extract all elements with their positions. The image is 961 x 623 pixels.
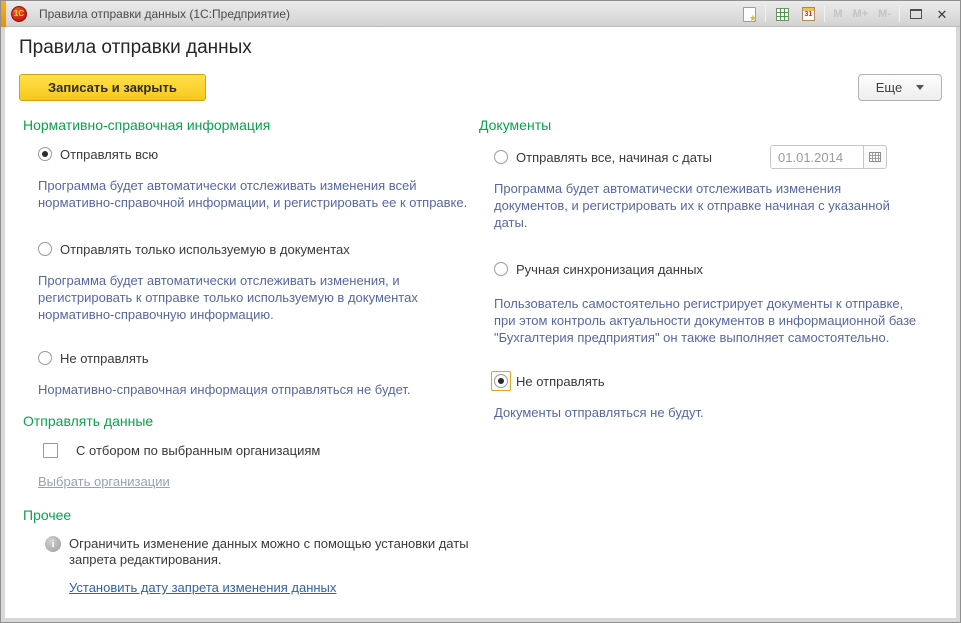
calendar-number: 31 [803,10,814,20]
section-header-send-data: Отправлять данные [23,413,479,429]
radio-option-send-used-nsi[interactable]: Отправлять только используемую в докумен… [38,240,479,258]
more-button[interactable]: Еще [858,74,942,101]
radio-button[interactable] [494,150,508,164]
radio-button[interactable] [494,374,508,388]
focus-ring [491,371,511,391]
radio-label: Отправлять всю [60,147,158,162]
section-header-nsi: Нормативно-справочная информация [23,117,479,133]
description-text: Пользователь самостоятельно регистрирует… [494,295,934,346]
radio-label: Не отправлять [60,351,149,366]
select-organizations-link[interactable]: Выбрать организации [38,474,170,489]
radio-option-no-send-nsi[interactable]: Не отправлять [38,349,479,367]
info-icon: i [45,536,61,552]
radio-button[interactable] [38,242,52,256]
radio-label: Отправлять только используемую в докумен… [60,242,350,257]
radio-button[interactable] [38,147,52,161]
description-text: Программа будет автоматически отслеживат… [494,180,934,231]
titlebar-separator [824,6,825,22]
radio-button[interactable] [38,351,52,365]
save-and-close-button[interactable]: Записать и закрыть [19,74,206,101]
active-window-accent [1,1,6,27]
radio-option-no-send-docs[interactable]: Не отправлять [494,372,934,390]
memory-m-button[interactable]: M [831,8,844,20]
toolbar: Записать и закрыть Еще [19,74,942,101]
favorites-icon[interactable]: ★ [739,4,759,24]
calendar-icon[interactable]: 31 [798,4,818,24]
chevron-down-icon [916,85,924,90]
1c-logo-icon: 1С [11,6,27,22]
checkbox-label: С отбором по выбранным организациям [76,443,320,458]
radio-button[interactable] [494,262,508,276]
form-content: Правила отправки данных Записать и закры… [5,27,956,618]
titlebar: 1С Правила отправки данных (1С:Предприят… [1,1,960,27]
info-row: i Ограничить изменение данных можно с по… [45,536,479,568]
start-date-input[interactable]: 01.01.2014 [771,146,863,168]
section-header-documents: Документы [479,117,934,133]
radio-label: Не отправлять [516,374,605,389]
description-text: Программа будет автоматически отслеживат… [38,177,479,211]
close-button[interactable]: ✕ [932,4,952,24]
star-glyph: ★ [749,14,757,23]
description-text: Программа будет автоматически отслеживат… [38,272,479,323]
set-restriction-date-link[interactable]: Установить дату запрета изменения данных [69,580,336,595]
radio-label: Отправлять все, начиная с даты [516,150,712,165]
maximize-button[interactable] [906,4,926,24]
checkbox-option-filter-orgs[interactable]: С отбором по выбранным организациям [43,443,479,458]
memory-m-plus-button[interactable]: M+ [851,8,871,20]
checkbox[interactable] [43,443,58,458]
radio-label: Ручная синхронизация данных [516,262,703,277]
description-text: Документы отправляться не будут. [494,404,934,421]
date-picker-button[interactable] [863,146,886,168]
memory-m-minus-button[interactable]: M- [876,8,893,20]
page-title: Правила отправки данных [19,37,956,59]
calendar-grid-icon [869,152,881,162]
radio-option-send-all-docs[interactable]: Отправлять все, начиная с даты 01.01.201… [494,145,934,169]
titlebar-separator [765,6,766,22]
radio-option-send-all-nsi[interactable]: Отправлять всю [38,145,479,163]
close-icon: ✕ [937,8,948,21]
app-window: 1С Правила отправки данных (1С:Предприят… [0,0,961,623]
info-text: Ограничить изменение данных можно с помо… [69,536,479,568]
radio-option-manual-sync[interactable]: Ручная синхронизация данных [494,260,934,278]
window-title: Правила отправки данных (1С:Предприятие) [39,7,290,21]
more-button-label: Еще [876,80,902,95]
calculator-icon[interactable] [772,4,792,24]
section-header-other: Прочее [23,507,479,523]
description-text: Нормативно-справочная информация отправл… [38,381,479,398]
titlebar-separator [899,6,900,22]
start-date-control: 01.01.2014 [770,145,887,169]
